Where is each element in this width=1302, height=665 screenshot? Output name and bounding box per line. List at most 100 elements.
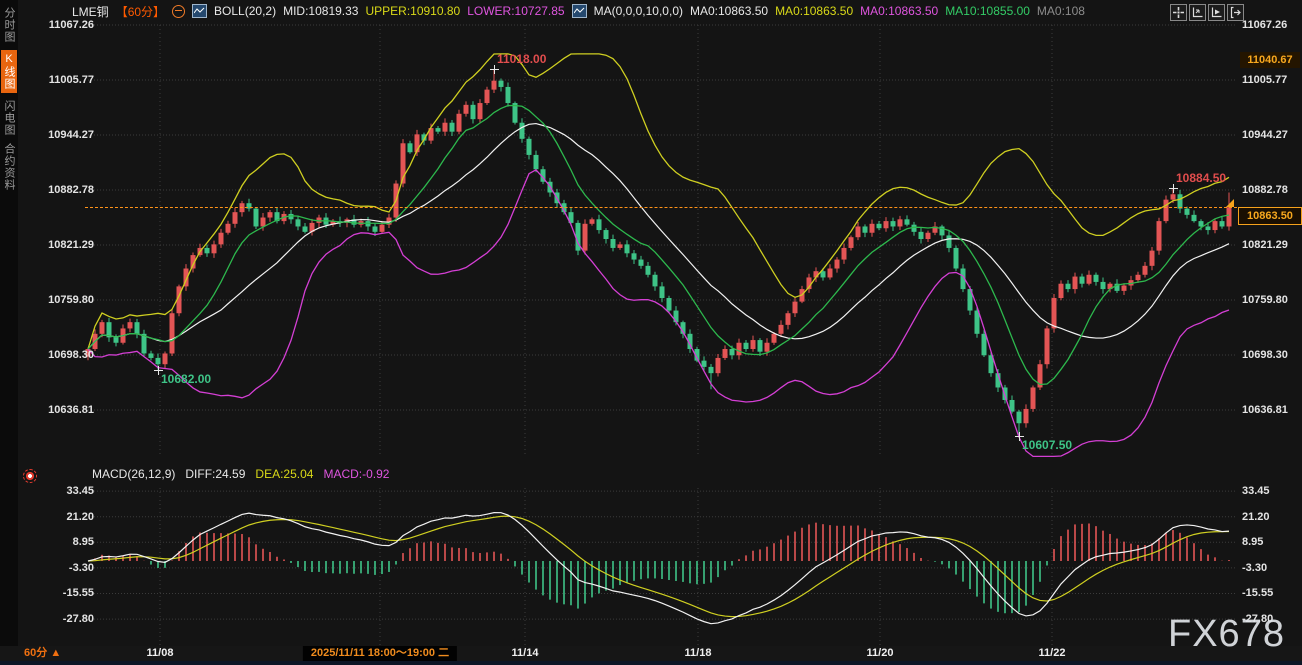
candle-body: [912, 225, 917, 232]
candlestick-chart-canvas[interactable]: [0, 0, 1302, 665]
high-price-annotation: 10884.50: [1176, 171, 1226, 185]
boll-lower-line: [88, 170, 1229, 456]
candle-body: [828, 269, 833, 278]
boll-upper-line: [88, 54, 1229, 349]
candle-body: [149, 353, 154, 357]
date-label: 11/08: [147, 646, 174, 661]
boll-lower-value: LOWER:10727.85: [467, 4, 564, 18]
price-arrow-icon: [1226, 199, 1234, 207]
kline-chart-window: 分时图 K线图 闪电图 合约资料 LME铜 【60分】 BOLL(20,2) M…: [0, 0, 1302, 665]
candle-body: [737, 343, 742, 356]
macd-macd-value: MACD:-0.92: [323, 467, 389, 481]
period-arrow-icon: ▲: [50, 647, 61, 659]
candle-body: [100, 322, 105, 334]
candle-body: [891, 221, 896, 226]
macd-axis-label: 21.20: [1242, 510, 1270, 524]
candle-body: [1031, 387, 1036, 408]
candle-body: [590, 219, 595, 223]
price-axis-label: 10636.81: [1242, 403, 1288, 417]
ma0-white-value: MA0:10863.50: [690, 4, 768, 18]
candle-body: [709, 367, 714, 373]
candle-body: [1101, 282, 1106, 289]
candle-body: [506, 87, 511, 103]
candle-body: [751, 340, 756, 349]
candle-body: [604, 230, 609, 239]
candle-body: [1017, 412, 1022, 424]
boll-indicator-icon[interactable]: [192, 4, 207, 18]
candle-body: [583, 224, 588, 251]
ma0-yellow-value: MA0:10863.50: [775, 4, 853, 18]
candle-body: [268, 212, 273, 217]
candle-body: [730, 349, 735, 355]
candle-body: [632, 253, 637, 259]
macd-header: MACD(26,12,9) DIFF:24.59 DEA:25.04 MACD:…: [92, 467, 389, 481]
candle-body: [499, 81, 504, 87]
candle-body: [443, 123, 448, 132]
candle-body: [772, 334, 777, 343]
pan-exit-icon[interactable]: [1227, 4, 1244, 21]
candle-body: [849, 237, 854, 248]
candle-body: [373, 226, 378, 231]
date-label: 11/18: [685, 646, 712, 661]
candle-body: [163, 353, 168, 364]
candle-body: [1199, 221, 1204, 226]
candle-body: [793, 302, 798, 314]
high-price-annotation: 11018.00: [497, 52, 546, 66]
ma0-gray-value: MA0:108: [1037, 4, 1085, 18]
candle-body: [884, 221, 889, 228]
candle-body: [226, 224, 231, 233]
extreme-marker-icon: [1169, 184, 1178, 193]
period-menu-icon[interactable]: [172, 5, 185, 18]
candle-body: [982, 334, 987, 355]
reference-price-label: 11040.67: [1240, 52, 1300, 68]
candle-body: [212, 244, 217, 253]
candle-body: [954, 248, 959, 269]
price-axis-label: 10882.78: [1242, 183, 1288, 197]
candle-body: [1066, 284, 1071, 289]
sidebar-tab-time-chart[interactable]: 分时图: [1, 7, 17, 43]
boll-upper-value: UPPER:10910.80: [365, 4, 460, 18]
candle-body: [877, 224, 882, 228]
sidebar-tab-flash-chart[interactable]: 闪电图: [1, 100, 17, 136]
candle-body: [898, 219, 903, 226]
candle-body: [723, 349, 728, 358]
candle-body: [135, 322, 140, 334]
axis-play-icon[interactable]: [1208, 4, 1225, 21]
candle-body: [380, 225, 385, 232]
candle-body: [1157, 221, 1162, 251]
candle-body: [611, 239, 616, 248]
candle-body: [303, 226, 308, 231]
macd-axis-label: -15.55: [1242, 586, 1273, 600]
price-axis-label: 10759.80: [1242, 293, 1288, 307]
sidebar: 分时图 K线图 闪电图 合约资料: [0, 0, 18, 665]
ma10-green-value: MA10:10855.00: [945, 4, 1030, 18]
candle-body: [527, 139, 532, 155]
candle-body: [1024, 409, 1029, 423]
candle-body: [1206, 226, 1211, 230]
candle-body: [765, 343, 770, 352]
candle-body: [156, 358, 161, 364]
axis-scale-icon[interactable]: [1189, 4, 1206, 21]
sidebar-tab-kline-chart[interactable]: K线图: [1, 50, 17, 93]
macd-axis-label: 33.45: [1242, 484, 1270, 498]
crosshair-icon[interactable]: [1170, 4, 1187, 21]
price-axis-label: 10944.27: [1242, 128, 1288, 142]
sidebar-tab-contract-info[interactable]: 合约资料: [1, 143, 17, 191]
macd-settings-icon[interactable]: [23, 469, 37, 483]
candle-body: [758, 340, 763, 352]
candle-body: [408, 143, 413, 152]
candle-body: [1094, 275, 1099, 282]
macd-label: MACD(26,12,9): [92, 467, 175, 481]
candle-body: [296, 219, 301, 226]
period-indicator[interactable]: 60分 ▲: [24, 646, 61, 661]
candle-body: [1059, 284, 1064, 298]
period-label[interactable]: 【60分】: [116, 3, 165, 20]
candle-body: [1150, 251, 1155, 266]
candle-body: [660, 286, 665, 298]
ma-indicator-icon[interactable]: [572, 4, 587, 18]
candle-body: [716, 358, 721, 373]
date-label: 11/14: [512, 646, 539, 661]
candle-body: [905, 219, 910, 224]
bottom-strip: [0, 661, 1302, 665]
boll-mid-line: [88, 124, 1229, 349]
